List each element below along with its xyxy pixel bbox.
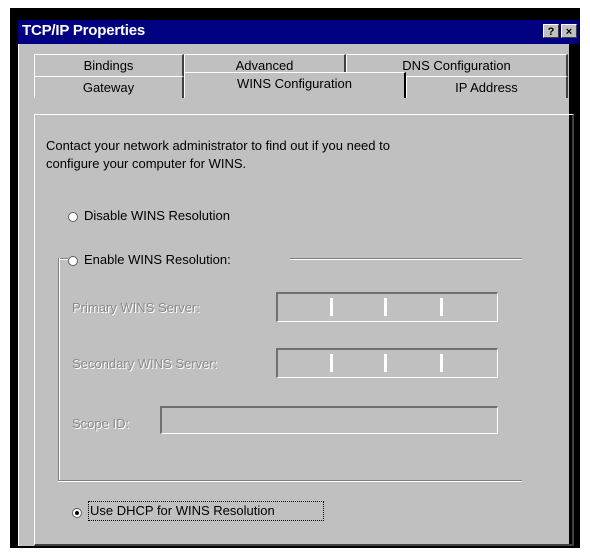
tcpip-properties-dialog: TCP/IP Properties ? × Bindings Advanced … [10, 8, 580, 548]
disable-wins-radio[interactable] [68, 212, 78, 222]
groupbox-left [58, 258, 60, 480]
disable-wins-label[interactable]: Disable WINS Resolution [84, 208, 230, 223]
ip-separator [440, 298, 443, 316]
ip-separator [384, 298, 387, 316]
groupbox-bottom [58, 480, 522, 482]
tab-ip-address[interactable]: IP Address [406, 76, 568, 98]
close-button[interactable]: × [561, 24, 577, 38]
ip-separator [330, 354, 333, 372]
primary-wins-field[interactable] [276, 292, 498, 322]
ip-separator [440, 354, 443, 372]
primary-wins-label: Primary WINS Server: [72, 300, 200, 315]
enable-wins-radio[interactable] [68, 256, 78, 266]
info-text-line2: configure your computer for WINS. [46, 156, 247, 171]
window-title: TCP/IP Properties [22, 22, 146, 39]
secondary-wins-label: Secondary WINS Server: [72, 356, 218, 371]
use-dhcp-wins-label[interactable]: Use DHCP for WINS Resolution [90, 503, 275, 518]
secondary-wins-field[interactable] [276, 348, 498, 378]
tab-bindings[interactable]: Bindings [34, 54, 184, 76]
enable-wins-label[interactable]: Enable WINS Resolution: [84, 252, 231, 267]
help-button[interactable]: ? [543, 24, 559, 38]
scope-id-label: Scope ID: [72, 416, 130, 431]
scope-id-field[interactable] [160, 406, 498, 434]
ip-separator [384, 354, 387, 372]
use-dhcp-wins-radio[interactable] [72, 508, 82, 518]
tab-gateway[interactable]: Gateway [34, 76, 184, 98]
info-text-line1: Contact your network administrator to fi… [46, 138, 390, 153]
title-bar[interactable]: TCP/IP Properties ? × [18, 20, 579, 44]
groupbox-top-right [290, 258, 522, 260]
tab-wins-configuration[interactable]: WINS Configuration [184, 72, 406, 98]
ip-separator [330, 298, 333, 316]
